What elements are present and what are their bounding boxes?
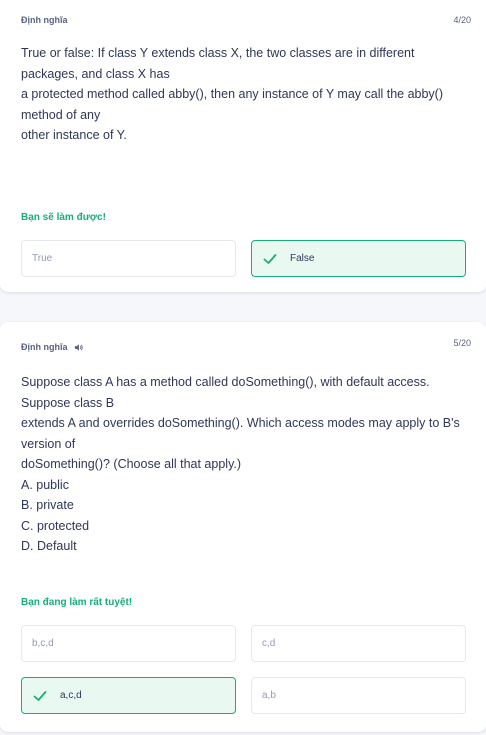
answer-option-false-correct[interactable]: False: [251, 240, 466, 277]
speaker-icon[interactable]: [74, 343, 83, 352]
answer-option-label: False: [290, 253, 315, 264]
answer-option-bcd[interactable]: b,c,d: [21, 625, 236, 662]
question-counter: 4/20: [453, 15, 471, 25]
answer-option-ab[interactable]: a,b: [251, 677, 466, 714]
question-counter: 5/20: [453, 338, 471, 348]
category-label: Định nghĩa: [21, 15, 68, 25]
check-icon: [263, 253, 277, 264]
question-text: True or false: If class Y extends class …: [21, 46, 444, 142]
feedback-message: Bạn sẽ làm được!: [21, 212, 106, 223]
answer-option-label: c,d: [262, 638, 276, 649]
answer-option-label: True: [32, 253, 53, 264]
answer-option-label: a,b: [262, 690, 276, 701]
answer-option-label: b,c,d: [32, 638, 54, 649]
category-label: Định nghĩa: [21, 342, 83, 352]
question-text: Suppose class A has a method called doSo…: [21, 375, 460, 553]
category-text: Định nghĩa: [21, 15, 68, 25]
answer-option-label: a,c,d: [60, 690, 82, 701]
category-text: Định nghĩa: [21, 342, 68, 352]
answer-option-cd[interactable]: c,d: [251, 625, 466, 662]
flashcard-4: Định nghĩa 4/20 True or false: If class …: [0, 0, 486, 292]
answer-option-acd-correct[interactable]: a,c,d: [21, 677, 236, 714]
feedback-message: Bạn đang làm rất tuyệt!: [21, 597, 133, 608]
check-icon: [33, 690, 47, 701]
flashcard-5: Định nghĩa 5/20 Suppose class A has a me…: [0, 322, 486, 732]
answer-option-true[interactable]: True: [21, 240, 236, 277]
